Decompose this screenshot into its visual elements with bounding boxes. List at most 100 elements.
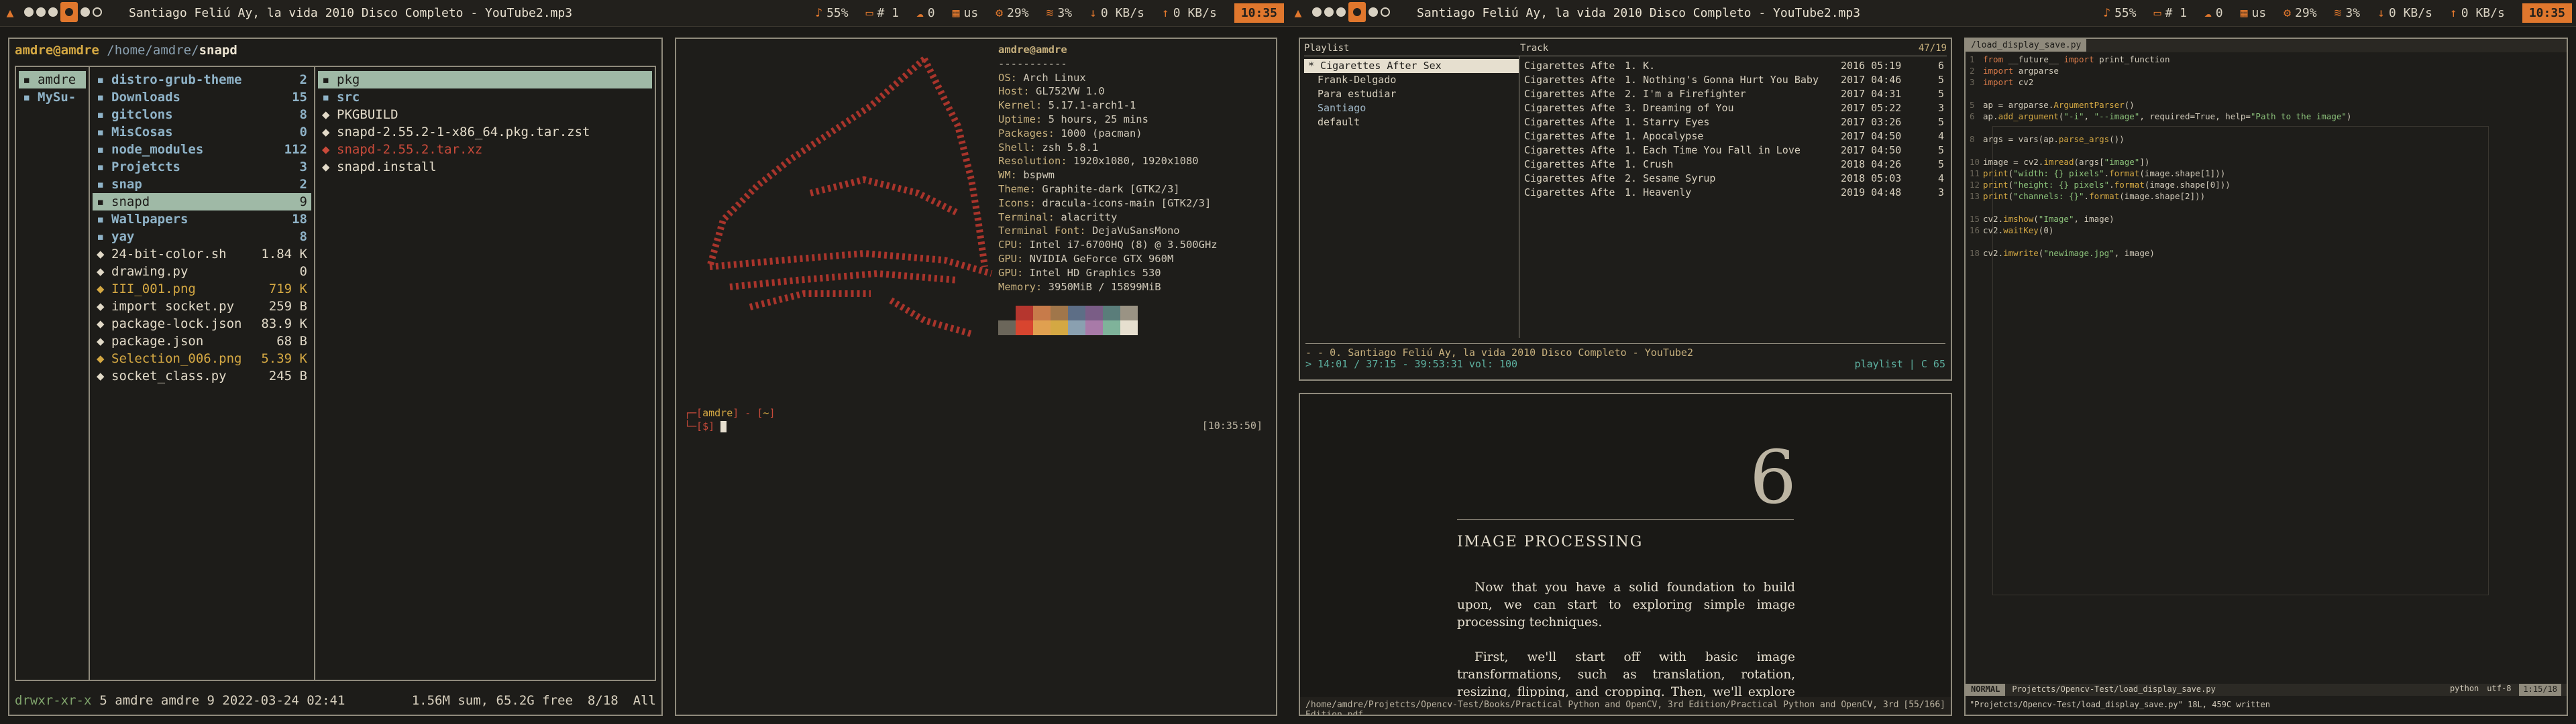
track-cell: 1. K. [1625, 60, 1656, 72]
entry-size: 8 [299, 229, 307, 244]
sysinfo-row: GPU: Intel HD Graphics 530 [998, 266, 1218, 280]
track-row[interactable]: Cigarettes Afte 1. Each Time You Fall in … [1524, 143, 1944, 158]
track-row[interactable]: Cigarettes Afte 2. Sesame Syrup 2018 05:03… [1524, 172, 1944, 186]
directory-entry[interactable]: ▪ snapd 9 [93, 193, 311, 210]
file-entry[interactable]: ◆ PKGBUILD [318, 106, 652, 123]
directory-entry[interactable]: ▪ Projetcts 3 [93, 158, 311, 176]
file-entry[interactable]: ◆ package.json 68 B [93, 333, 311, 350]
pdf-page[interactable]: 6 IMAGE PROCESSING Now that you have a s… [1300, 394, 1951, 715]
upload-icon: ↑ [1161, 6, 1169, 20]
clock[interactable]: 10:35 [1234, 3, 1284, 23]
directory-entry[interactable]: ▪ distro-grub-theme 2 [93, 71, 311, 88]
workspace-dot[interactable] [80, 7, 90, 17]
playlist-item[interactable]: Frank-Delgado [1304, 73, 1519, 87]
file-entry[interactable]: ◆ III_001.png 719 K [93, 280, 311, 298]
folder-icon: ▪ [97, 72, 105, 87]
folder-icon: ▪ [97, 177, 105, 192]
workspace-dot[interactable] [1324, 7, 1334, 17]
desktop-status: ▭ # 1 [865, 6, 899, 20]
track-list[interactable]: Cigarettes Afte 1. K. 2016 05:19 6 Cigarette… [1524, 59, 1944, 200]
playlist-item[interactable]: Santiago [1304, 101, 1519, 115]
track-cell: Cigarettes Afte [1524, 130, 1615, 142]
pdf-viewer[interactable]: 6 IMAGE PROCESSING Now that you have a s… [1299, 393, 1952, 716]
shell-prompt[interactable]: ┌─[amdre] - [~] └─[$] [684, 406, 775, 433]
preview-column[interactable]: ▪ pkg ▪ src ◆ PKGBUILD ◆ snapd-2.55.2-1-x86_64.… [315, 67, 655, 680]
workspace-dot[interactable] [24, 7, 34, 17]
cloud-icon: ☁ [916, 6, 924, 20]
workspace-dot[interactable] [1368, 7, 1378, 17]
playlist-item[interactable]: Para estudiar [1304, 87, 1519, 101]
file-entry[interactable]: ◆ import socket.py 259 B [93, 298, 311, 315]
vim-editor[interactable]: /load_display_save.py 1 from __future__ i… [1964, 38, 2568, 716]
directory-entry[interactable]: ▪ Wallpapers 18 [93, 210, 311, 228]
workspace-dot[interactable] [1312, 7, 1322, 17]
updates-status: ☁ 0 [916, 6, 935, 20]
track-row[interactable]: Cigarettes Afte 1. Heavenly 2019 04:48 3 [1524, 186, 1944, 200]
file-entry[interactable]: ◆ snapd.install [318, 158, 652, 176]
track-cell: 6 [1937, 60, 1944, 72]
track-row[interactable]: Cigarettes Afte 1. K. 2016 05:19 6 [1524, 59, 1944, 73]
workspace-active[interactable] [1348, 1, 1366, 22]
directory-entry[interactable]: ▪ snap 2 [93, 176, 311, 193]
track-row[interactable]: Cigarettes Afte 3. Dreaming of You 2017 05… [1524, 101, 1944, 115]
volume-status[interactable]: ♪ 55% [815, 6, 848, 20]
workspace-dot[interactable] [1381, 7, 1390, 17]
entry-name: snap [111, 177, 142, 192]
file-entry[interactable]: ◆ drawing.py 0 [93, 263, 311, 280]
directory-entry[interactable]: ▪ src [318, 88, 652, 106]
ranger-file-manager[interactable]: amdre@amdre /home/amdre/snapd ▪ amdre ▪ MyS… [8, 38, 663, 716]
entry-size: 0 [299, 125, 307, 139]
workspace-dot[interactable] [93, 7, 102, 17]
arch-logo-icon[interactable]: ▲ [3, 6, 17, 20]
folder-icon: ▪ [97, 142, 105, 157]
playlist-item[interactable]: * Cigarettes After Sex [1304, 59, 1519, 73]
track-row[interactable]: Cigarettes Afte 2. I'm a Firefighter 2017 … [1524, 87, 1944, 101]
workspace-active[interactable] [60, 1, 78, 22]
workspace-dot[interactable] [36, 7, 46, 17]
track-row[interactable]: Cigarettes Afte 1. Crush 2018 04:26 5 [1524, 158, 1944, 172]
directory-entry[interactable]: ▪ MySu- [19, 88, 86, 106]
file-entry[interactable]: ◆ 24-bit-color.sh 1.84 K [93, 245, 311, 263]
file-entry[interactable]: ◆ package-lock.json 83.9 K [93, 315, 311, 333]
sysinfo-value: dracula-icons-main [GTK2/3] [1042, 196, 1212, 209]
wifi-status[interactable]: ≋ 3% [2334, 6, 2361, 20]
file-entry[interactable]: ◆ snapd-2.55.2.tar.xz [318, 141, 652, 158]
file-entry[interactable]: ◆ Selection_006.png 5.39 K [93, 350, 311, 367]
track-row[interactable]: Cigarettes Afte 1. Nothing's Gonna Hurt Y… [1524, 73, 1944, 87]
track-row[interactable]: Cigarettes Afte 1. Apocalypse 2017 04:50 4 [1524, 129, 1944, 143]
current-column[interactable]: ▪ distro-grub-theme 2 ▪ Downloads 15 ▪ gitclons… [90, 67, 315, 680]
directory-entry[interactable]: ▪ gitclons 8 [93, 106, 311, 123]
parent-column[interactable]: ▪ amdre ▪ MySu- [16, 67, 90, 680]
directory-entry[interactable]: ▪ pkg [318, 71, 652, 88]
entry-size: 719 K [268, 282, 307, 296]
workspace-dot[interactable] [1336, 7, 1346, 17]
entry-name: snapd-2.55.2.tar.xz [337, 142, 483, 157]
terminal-neofetch[interactable]: amdre@amdre ----------- OS: Arch Linux Ho… [675, 38, 1277, 716]
directory-entry[interactable]: ▪ node_modules 112 [93, 141, 311, 158]
upload-icon: ↑ [2449, 6, 2457, 20]
directory-entry[interactable]: ▪ yay 8 [93, 228, 311, 245]
file-entry[interactable]: ◆ snapd-2.55.2-1-x86_64.pkg.tar.zst [318, 123, 652, 141]
file-entry[interactable]: ◆ socket_class.py 245 B [93, 367, 311, 385]
tab-load-display-save[interactable]: /load_display_save.py [1966, 39, 2087, 52]
playlist-item[interactable]: default [1304, 115, 1519, 129]
volume-icon: ♪ [815, 6, 823, 20]
palette-swatch [998, 306, 1016, 321]
wifi-status[interactable]: ≋ 3% [1046, 6, 1073, 20]
clock[interactable]: 10:35 [2522, 3, 2572, 23]
sysinfo-key: GPU: [998, 266, 1030, 279]
sysinfo-row: WM: bspwm [998, 168, 1218, 182]
volume-status[interactable]: ♪ 55% [2103, 6, 2136, 20]
code-buffer[interactable]: 1 from __future__ import print_function 2… [1970, 54, 2351, 259]
directory-entry[interactable]: ▪ Downloads 15 [93, 88, 311, 106]
arch-logo-icon[interactable]: ▲ [1291, 6, 1305, 20]
directory-entry[interactable]: ▪ MisCosas 0 [93, 123, 311, 141]
workspace-dot[interactable] [48, 7, 58, 17]
playlist-list[interactable]: * Cigarettes After Sex Frank-Delgado Para … [1304, 59, 1519, 129]
track-row[interactable]: Cigarettes Afte 1. Starry Eyes 2017 03:26 5 [1524, 115, 1944, 129]
music-player-ncmpcpp[interactable]: Playlist Track 47/19 * Cigarettes After … [1299, 38, 1952, 381]
sysinfo-value: bspwm [1023, 169, 1055, 182]
playback-progress: > 14:01 / 37:15 - 39:53:31 vol: 100 play… [1305, 358, 1945, 370]
cloud-icon: ☁ [2204, 6, 2212, 20]
directory-entry[interactable]: ▪ amdre [19, 71, 86, 88]
